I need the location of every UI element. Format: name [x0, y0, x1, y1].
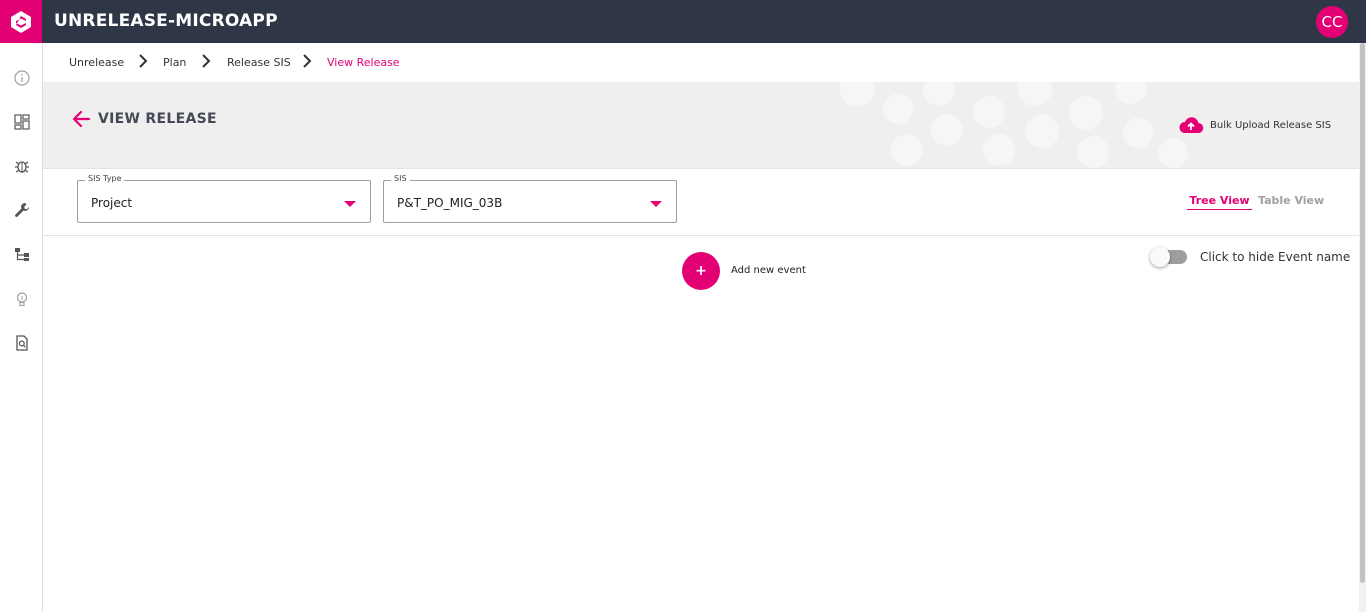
chevron-right-icon	[139, 54, 148, 68]
hide-event-name-label: Click to hide Event name	[1200, 250, 1351, 264]
sis-value: P&T_PO_MIG_03B	[397, 196, 503, 210]
add-event-label: Add new event	[731, 265, 806, 276]
event-tree-area: + Add new event Click to hide Event name	[43, 236, 1359, 612]
breadcrumb-plan[interactable]: Plan	[163, 56, 186, 69]
sis-label: SIS	[391, 174, 410, 183]
bulk-upload-label: Bulk Upload Release SIS	[1210, 119, 1332, 131]
breadcrumb-unrelease[interactable]: Unrelease	[69, 56, 124, 69]
user-avatar[interactable]: CC	[1316, 6, 1348, 38]
toggle-knob	[1150, 247, 1170, 267]
chevron-right-icon	[202, 54, 211, 68]
decor-dot	[1123, 118, 1153, 148]
decor-dot	[1069, 96, 1103, 130]
wrench-icon[interactable]	[12, 200, 32, 220]
page-scrollbar[interactable]	[1359, 43, 1366, 612]
cloud-upload-icon	[1179, 117, 1204, 134]
breadcrumb-view-release: View Release	[327, 56, 400, 69]
plus-icon: +	[695, 263, 707, 279]
page-header: VIEW RELEASE Bulk Upload Release SIS	[43, 82, 1359, 169]
dropdown-caret-icon	[650, 201, 662, 207]
decor-dot	[931, 114, 963, 146]
document-search-icon[interactable]	[12, 333, 32, 353]
decor-dot	[983, 134, 1015, 166]
decor-dot	[923, 82, 955, 106]
tab-table-view[interactable]: Table View	[1258, 194, 1324, 207]
decor-dot	[1025, 114, 1059, 148]
chevron-right-icon	[303, 54, 312, 68]
decor-dot	[973, 96, 1005, 128]
app-title: UNRELEASE-MICROAPP	[54, 11, 278, 31]
sis-type-label: SIS Type	[85, 174, 125, 183]
decor-dot	[891, 134, 923, 166]
sis-type-select[interactable]: SIS Type Project	[77, 174, 371, 223]
lightbulb-icon[interactable]	[12, 289, 32, 309]
decor-dot	[1077, 136, 1109, 168]
back-arrow-icon[interactable]	[71, 109, 91, 129]
breadcrumb: Unrelease Plan Release SIS View Release	[43, 43, 1359, 82]
decor-dot	[839, 82, 875, 106]
filter-bar: SIS Type Project SIS P&T_PO_MIG_03B Tree…	[43, 169, 1359, 236]
decor-dot	[1115, 82, 1147, 104]
decor-dot	[1018, 82, 1052, 106]
top-bar: UNRELEASE-MICROAPP CC	[0, 0, 1366, 43]
bulk-upload-button[interactable]: Bulk Upload Release SIS	[1178, 116, 1331, 134]
page-title: VIEW RELEASE	[98, 111, 217, 127]
scrollbar-thumb[interactable]	[1360, 43, 1365, 583]
breadcrumb-release-sis[interactable]: Release SIS	[227, 56, 291, 69]
sis-select[interactable]: SIS P&T_PO_MIG_03B	[383, 174, 677, 223]
hierarchy-icon[interactable]	[12, 244, 32, 264]
sis-type-value: Project	[91, 196, 133, 210]
tab-tree-view[interactable]: Tree View	[1187, 194, 1252, 210]
brand-logo-icon[interactable]	[0, 0, 42, 43]
bug-icon[interactable]	[12, 156, 32, 176]
dashboard-icon[interactable]	[12, 112, 32, 132]
decor-dot	[883, 94, 913, 124]
add-event-button[interactable]: +	[682, 252, 720, 290]
decor-dot	[1158, 138, 1188, 168]
sidebar	[0, 43, 43, 612]
dropdown-caret-icon	[344, 201, 356, 207]
info-icon[interactable]	[12, 68, 32, 88]
hide-event-name-toggle[interactable]	[1150, 247, 1187, 267]
